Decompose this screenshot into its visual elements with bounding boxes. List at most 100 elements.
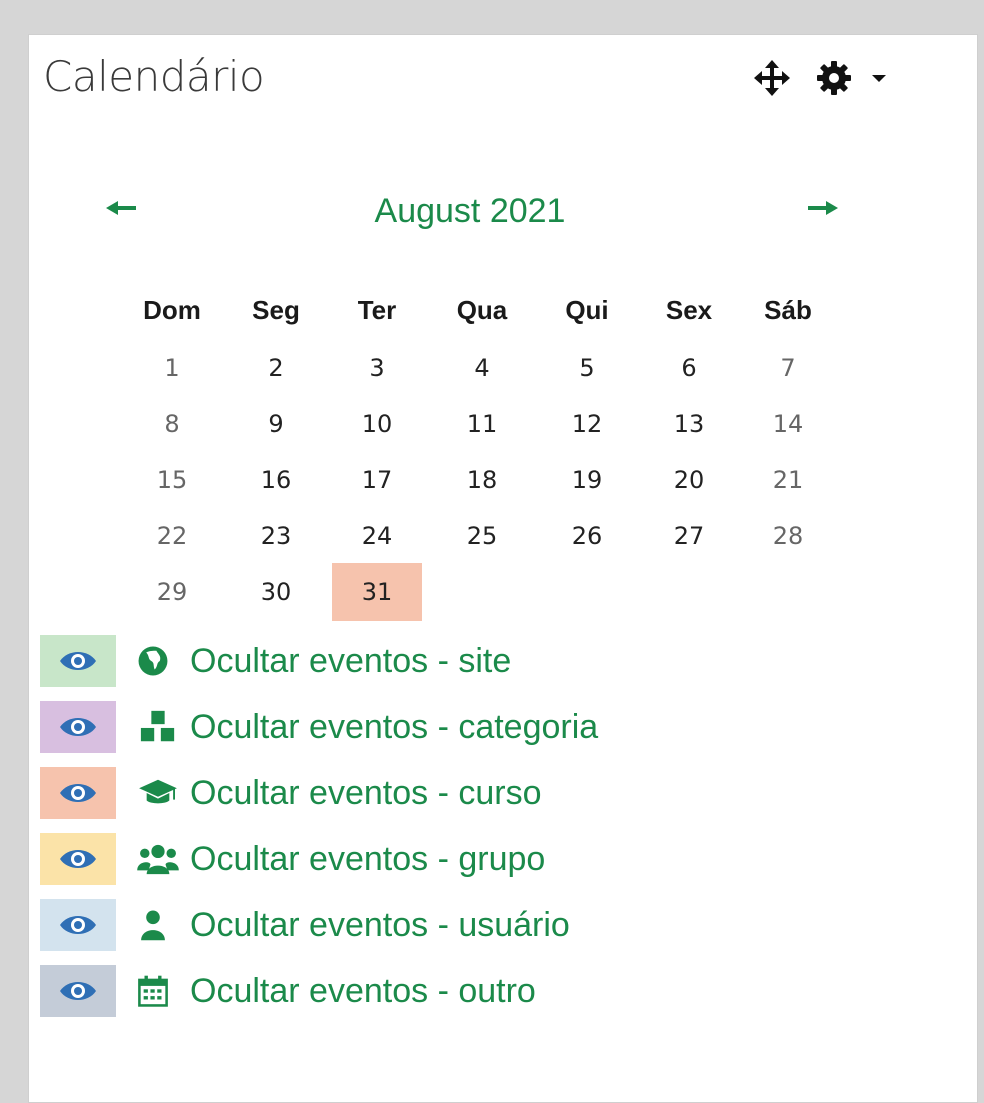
event-filter-label[interactable]: Ocultar eventos - curso <box>190 774 541 813</box>
calendar-day-number: 22 <box>156 522 188 550</box>
calendar-day[interactable]: 8 <box>117 398 227 450</box>
calendar-week-row: 8 9 10 11 12 13 14 <box>117 396 837 452</box>
calendar-day[interactable]: 12 <box>535 398 639 450</box>
eye-icon[interactable] <box>40 635 116 687</box>
weekday-header: Sáb <box>764 295 812 325</box>
calendar-day[interactable]: 14 <box>739 398 837 450</box>
calendar-day[interactable]: 9 <box>227 398 325 450</box>
calendar-day-number: 26 <box>571 522 603 550</box>
calendar-day[interactable]: 10 <box>325 398 429 450</box>
calendar-week-row: 22 23 24 25 26 27 28 <box>117 508 837 564</box>
calendar-day[interactable]: 18 <box>429 454 535 506</box>
calendar-day[interactable]: 27 <box>639 510 739 562</box>
calendar-day[interactable]: 1 <box>117 342 227 394</box>
calendar-weeks: 1 2 3 4 5 6 7 8 9 10 11 12 13 14 15 16 17 18 19 20 21 22 23 24 2… <box>117 340 837 621</box>
calendar-day-number: 2 <box>268 354 284 382</box>
calendar-day[interactable]: 15 <box>117 454 227 506</box>
event-filter-label[interactable]: Ocultar eventos - outro <box>190 972 536 1011</box>
weekday-header-row: Dom Seg Ter Qua Qui Sex Sáb <box>117 280 837 340</box>
calendar-day[interactable]: 30 <box>227 566 325 618</box>
block-title: Calendário <box>43 52 265 101</box>
calendar-day[interactable]: 6 <box>639 342 739 394</box>
event-filter-list: Ocultar eventos - site Ocultar eventos - … <box>40 628 920 1024</box>
calendar-day[interactable]: 3 <box>325 342 429 394</box>
calendar-week-row: 29 30 31 <box>117 563 837 621</box>
calendar-day[interactable]: 23 <box>227 510 325 562</box>
next-month-arrow-icon[interactable] <box>808 200 838 215</box>
weekday-header: Dom <box>143 295 201 325</box>
calendar-day[interactable]: 25 <box>429 510 535 562</box>
eye-icon[interactable] <box>40 899 116 951</box>
calendar-day-number: 27 <box>673 522 705 550</box>
calendar-day-number: 14 <box>772 410 804 438</box>
event-filter-label[interactable]: Ocultar eventos - site <box>190 642 511 681</box>
calendar-day-number: 17 <box>361 466 393 494</box>
calendar-day[interactable]: 22 <box>117 510 227 562</box>
calendar-day[interactable]: 20 <box>639 454 739 506</box>
calendar-day-number: 19 <box>571 466 603 494</box>
gear-icon[interactable] <box>816 60 852 96</box>
event-filter-item[interactable]: Ocultar eventos - site <box>40 628 920 694</box>
calendar-day-number: 31 <box>332 563 422 621</box>
calendar-day-number: 20 <box>673 466 705 494</box>
calendar-day[interactable]: 19 <box>535 454 639 506</box>
calendar-day[interactable]: 29 <box>117 566 227 618</box>
event-filter-item[interactable]: Ocultar eventos - grupo <box>40 826 920 892</box>
calendar-day[interactable]: 16 <box>227 454 325 506</box>
event-filter-label[interactable]: Ocultar eventos - grupo <box>190 840 545 879</box>
eye-icon[interactable] <box>40 701 116 753</box>
user-icon <box>136 905 184 945</box>
calendar-day[interactable]: 4 <box>429 342 535 394</box>
calendar-day-number: 11 <box>466 410 498 438</box>
cubes-icon <box>136 707 184 747</box>
calendar-day-number: 9 <box>268 410 284 438</box>
event-filter-item[interactable]: Ocultar eventos - usuário <box>40 892 920 958</box>
calendar-day-number: 21 <box>772 466 804 494</box>
event-filter-item[interactable]: Ocultar eventos - curso <box>40 760 920 826</box>
calendar-day[interactable]: 21 <box>739 454 837 506</box>
event-filter-label[interactable]: Ocultar eventos - usuário <box>190 906 570 945</box>
graduation-cap-icon <box>136 773 184 813</box>
previous-month-arrow-icon[interactable] <box>106 200 136 215</box>
calendar-day-number: 5 <box>579 354 595 382</box>
calendar-day[interactable]: 11 <box>429 398 535 450</box>
calendar-day-number: 16 <box>260 466 292 494</box>
calendar-week-row: 15 16 17 18 19 20 21 <box>117 452 837 508</box>
move-icon[interactable] <box>752 58 792 98</box>
calendar-week-row: 1 2 3 4 5 6 7 <box>117 340 837 396</box>
calendar-day[interactable]: 13 <box>639 398 739 450</box>
calendar-day[interactable]: 17 <box>325 454 429 506</box>
calendar-day-number: 18 <box>466 466 498 494</box>
calendar-day-number: 25 <box>466 522 498 550</box>
eye-icon[interactable] <box>40 833 116 885</box>
calendar-day-number: 12 <box>571 410 603 438</box>
event-filter-item[interactable]: Ocultar eventos - outro <box>40 958 920 1024</box>
calendar-day[interactable]: 28 <box>739 510 837 562</box>
event-filter-label[interactable]: Ocultar eventos - categoria <box>190 708 598 747</box>
calendar-day[interactable]: 7 <box>739 342 837 394</box>
weekday-header: Qua <box>456 295 508 325</box>
calendar-day-number: 15 <box>156 466 188 494</box>
calendar-day-number: 8 <box>164 410 180 438</box>
calendar-day-number: 13 <box>673 410 705 438</box>
calendar-day[interactable]: 26 <box>535 510 639 562</box>
calendar-day[interactable]: 5 <box>535 342 639 394</box>
calendar-day-today[interactable]: 31 <box>325 563 429 621</box>
weekday-header: Sex <box>665 295 713 325</box>
eye-icon[interactable] <box>40 965 116 1017</box>
calendar-day <box>429 566 535 618</box>
month-title[interactable]: August 2021 <box>330 192 610 231</box>
calendar-day[interactable]: 2 <box>227 342 325 394</box>
eye-icon[interactable] <box>40 767 116 819</box>
calendar-day-number: 3 <box>369 354 385 382</box>
chevron-down-icon[interactable] <box>872 74 886 82</box>
calendar-day-number: 29 <box>156 578 188 606</box>
calendar-day-number: 10 <box>361 410 393 438</box>
weekday-header: Qui <box>565 295 609 325</box>
calendar-day-number: 6 <box>681 354 697 382</box>
users-icon <box>136 839 184 879</box>
calendar-day-number: 30 <box>260 578 292 606</box>
event-filter-item[interactable]: Ocultar eventos - categoria <box>40 694 920 760</box>
calendar-day[interactable]: 24 <box>325 510 429 562</box>
calendar-day-number: 7 <box>780 354 796 382</box>
